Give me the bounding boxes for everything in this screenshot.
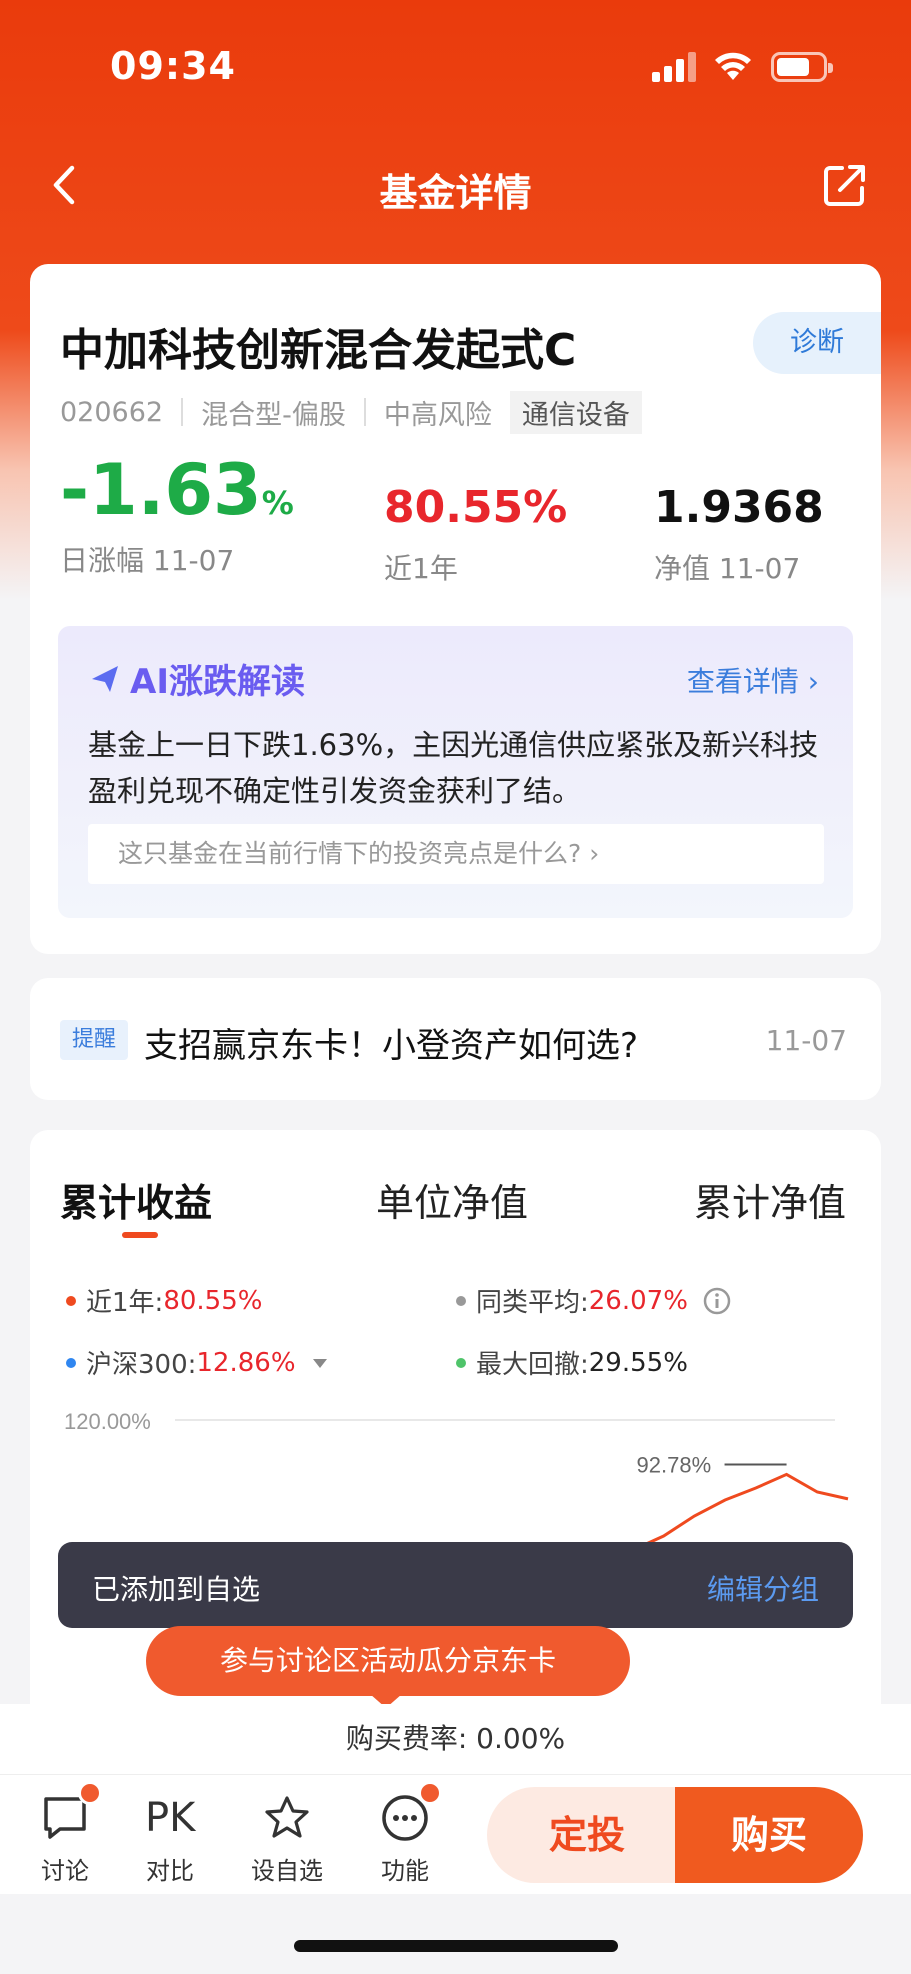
notification-dot [418,1781,442,1805]
notice-card[interactable]: 提醒 支招赢京东卡！小登资产如何选? 11-07 [30,978,881,1100]
fund-type: 混合型-偏股 [201,399,346,431]
peak-annotation: 92.78% [637,1452,712,1477]
nav-label: 净值 11-07 [654,552,801,585]
wifi-icon [715,52,751,80]
functions-button[interactable]: 功能 [365,1781,445,1886]
fund-code: 020662 [60,396,164,428]
cellular-signal-icon [652,52,696,82]
toast-text: 已添加到自选 [92,1573,261,1606]
notification-dot [78,1781,102,1805]
fund-meta: 020662 混合型-偏股 中高风险 通信设备 [60,390,642,434]
nav-value: 1.9368 [654,482,824,533]
ai-title: AI涨跌解读 [88,654,305,703]
status-time: 09:34 [110,44,236,88]
nav-stat: 1.9368 净值 11-07 [654,482,824,587]
edit-group-link[interactable]: 编辑分组 [707,1568,819,1608]
battery-icon [771,52,833,82]
ai-text: 基金上一日下跌1.63%，主因光通信供应紧张及新兴科技盈利兑现不确定性引发资金获… [88,728,819,808]
y-tick-label: 120.00% [64,1409,151,1434]
one-year-stat: 80.55% 近1年 [384,482,567,587]
add-watchlist-button[interactable]: 设自选 [247,1793,327,1886]
daily-change-unit: % [261,484,294,522]
daily-change-value: -1.63 [60,449,262,531]
one-year-label: 近1年 [384,552,458,585]
daily-change-stat: -1.63% 日涨幅 11-07 [60,454,294,579]
ai-question-prompt[interactable]: 这只基金在当前行情下的投资亮点是什么? › [88,824,824,884]
pk-icon: PK [145,1795,196,1841]
bottom-action-bar: 讨论 PK 对比 设自选 功能 定投 购买 [0,1774,911,1894]
ai-detail-link[interactable]: 查看详情 › [687,660,819,700]
added-to-watchlist-toast: 已添加到自选 编辑分组 [58,1542,853,1628]
daily-change-label: 日涨幅 11-07 [60,544,235,577]
home-indicator [294,1940,618,1952]
nav-bar: 基金详情 [0,140,911,230]
buy-button[interactable]: 购买 [675,1787,863,1883]
fund-risk: 中高风险 [383,399,492,431]
compare-label: 对比 [146,1857,194,1885]
discuss-button[interactable]: 讨论 [25,1781,105,1886]
page-title: 基金详情 [379,171,532,215]
share-icon[interactable] [822,162,868,208]
one-year-value: 80.55% [384,482,568,533]
notice-tag: 提醒 [60,1020,128,1060]
status-bar: 09:34 [0,0,911,130]
purchase-fee-rate: 购买费率: 0.00% [0,1704,911,1774]
fund-name: 中加科技创新混合发起式C [60,325,577,376]
discussion-activity-banner[interactable]: 参与讨论区活动瓜分京东卡 [146,1626,630,1696]
discuss-label: 讨论 [41,1857,89,1885]
functions-label: 功能 [381,1857,429,1885]
ai-title-text: AI涨跌解读 [130,662,305,702]
fund-sector-tag[interactable]: 通信设备 [509,390,642,434]
notice-date: 11-07 [765,1024,847,1057]
fund-summary-card: 中加科技创新混合发起式C 诊断 020662 混合型-偏股 中高风险 通信设备 … [30,264,881,954]
add-watchlist-label: 设自选 [251,1857,323,1885]
notice-text: 支招赢京东卡！小登资产如何选? [144,1026,639,1066]
diagnose-button[interactable]: 诊断 [753,312,881,374]
auto-invest-button[interactable]: 定投 [487,1787,687,1883]
star-icon [265,1796,309,1838]
sparkle-icon [92,665,118,692]
compare-button[interactable]: PK 对比 [130,1793,210,1886]
ai-interpretation-box: AI涨跌解读 查看详情 › 基金上一日下跌1.63%，主因光通信供应紧张及新兴科… [58,626,853,918]
